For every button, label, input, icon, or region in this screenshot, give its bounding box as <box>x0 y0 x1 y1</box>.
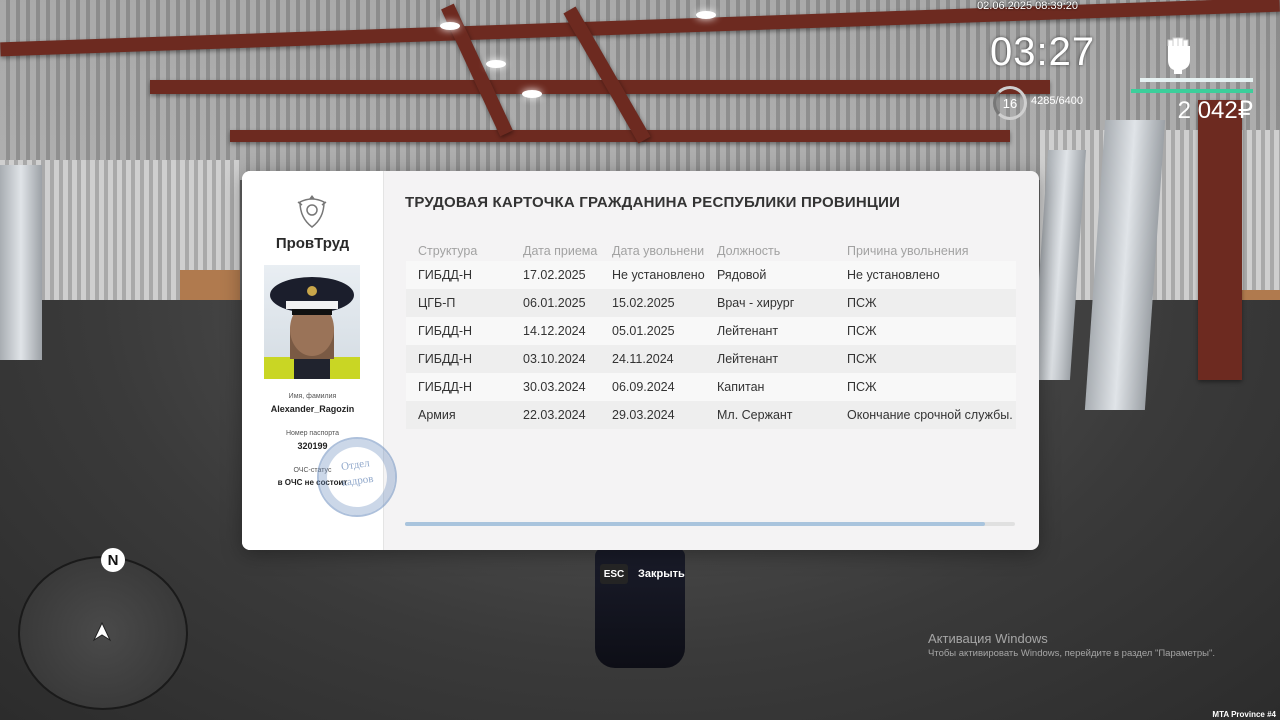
north-indicator: N <box>101 548 125 572</box>
card-title: ТРУДОВАЯ КАРТОЧКА ГРАЖДАНИНА РЕСПУБЛИКИ … <box>405 194 901 211</box>
ceiling-lamp <box>522 90 542 98</box>
passport-label: Номер паспорта <box>285 430 340 437</box>
cell-position: Капитан <box>705 373 835 401</box>
cell-reason: ПСЖ <box>835 373 1016 401</box>
coat-of-arms-icon <box>297 195 327 228</box>
ministry-brand: ПровТруд <box>275 235 350 252</box>
name-label: Имя, фамилия <box>288 393 337 400</box>
ceiling-lamp <box>696 11 716 19</box>
table-row: ЦГБ-П 06.01.2025 15.02.2025 Врач - хирур… <box>406 289 1016 317</box>
table-row: ГИБДД-Н 17.02.2025 Не установлено Рядово… <box>406 261 1016 289</box>
table-row: ГИБДД-Н 03.10.2024 24.11.2024 Лейтенант … <box>406 345 1016 373</box>
cell-position: Рядовой <box>705 261 835 289</box>
cell-reason: ПСЖ <box>835 289 1016 317</box>
cell-reason: ПСЖ <box>835 345 1016 373</box>
employment-card-window: ПровТруд Имя, фамилия Alexander_Ragozin … <box>242 171 1039 550</box>
cell-structure: ГИБДД-Н <box>406 373 511 401</box>
column-header: Структура <box>418 244 478 258</box>
cell-reason: Не установлено <box>835 261 1016 289</box>
cell-dismissal-date: Не установлено <box>600 261 705 289</box>
cell-hire-date: 22.03.2024 <box>511 401 600 429</box>
roof-beam <box>150 80 1050 94</box>
windows-activation-title: Активация Windows <box>928 631 1048 646</box>
cell-hire-date: 17.02.2025 <box>511 261 600 289</box>
table-row: ГИБДД-Н 30.03.2024 06.09.2024 Капитан ПС… <box>406 373 1016 401</box>
cell-hire-date: 30.03.2024 <box>511 373 600 401</box>
cell-structure: ГИБДД-Н <box>406 317 511 345</box>
hud-level-ring: 16 <box>993 86 1027 120</box>
cell-hire-date: 14.12.2024 <box>511 317 600 345</box>
cell-hire-date: 03.10.2024 <box>511 345 600 373</box>
citizen-photo <box>264 265 360 379</box>
cell-reason: Окончание срочной службы. <box>835 401 1016 429</box>
cell-dismissal-date: 24.11.2024 <box>600 345 705 373</box>
cell-position: Мл. Сержант <box>705 401 835 429</box>
player-arrow-icon <box>92 622 112 642</box>
table-row: ГИБДД-Н 14.12.2024 05.01.2025 Лейтенант … <box>406 317 1016 345</box>
cell-structure: ГИБДД-Н <box>406 261 511 289</box>
cell-dismissal-date: 15.02.2025 <box>600 289 705 317</box>
concrete-pillar <box>0 165 42 360</box>
column-header: Причина увольнения <box>847 244 969 258</box>
cell-position: Врач - хирург <box>705 289 835 317</box>
armor-bar <box>1131 89 1253 93</box>
support-column <box>1198 100 1242 380</box>
server-name: MTA Province #4 <box>1212 710 1276 719</box>
scrollbar-thumb[interactable] <box>405 522 985 526</box>
citizen-info-panel: ПровТруд Имя, фамилия Alexander_Ragozin … <box>242 171 403 550</box>
hud-datetime: 02.06.2025 08:39:20 <box>977 0 1078 12</box>
column-header: Должность <box>717 244 781 258</box>
column-header: Дата приема <box>523 244 598 258</box>
cell-dismissal-date: 06.09.2024 <box>600 373 705 401</box>
cell-position: Лейтенант <box>705 317 835 345</box>
cell-dismissal-date: 05.01.2025 <box>600 317 705 345</box>
table-header-row: Структура Дата приема Дата увольнени Дол… <box>406 241 1016 261</box>
cell-structure: Армия <box>406 401 511 429</box>
cell-dismissal-date: 29.03.2024 <box>600 401 705 429</box>
citizen-name: Alexander_Ragozin <box>270 404 355 414</box>
horizontal-scrollbar[interactable] <box>405 522 1015 526</box>
hud-experience: 4285/6400 <box>1031 95 1083 107</box>
hud-level-value: 16 <box>1002 95 1018 111</box>
ceiling-lamp <box>486 60 506 68</box>
cell-structure: ЦГБ-П <box>406 289 511 317</box>
windows-activation-subtitle: Чтобы активировать Windows, перейдите в … <box>928 648 1215 659</box>
hud-clock: 03:27 <box>990 30 1096 74</box>
close-button[interactable]: Закрыть <box>638 568 685 580</box>
cell-position: Лейтенант <box>705 345 835 373</box>
employment-history-table: Структура Дата приема Дата увольнени Дол… <box>406 241 1016 429</box>
cell-hire-date: 06.01.2025 <box>511 289 600 317</box>
roof-beam <box>230 130 1010 142</box>
hud-money: 2 042₽ <box>1177 97 1253 124</box>
ceiling-lamp <box>440 22 460 30</box>
column-header: Дата увольнени <box>612 244 705 258</box>
cell-reason: ПСЖ <box>835 317 1016 345</box>
esc-key-badge[interactable]: ESC <box>600 564 628 584</box>
cell-structure: ГИБДД-Н <box>406 345 511 373</box>
health-bar <box>1140 78 1253 82</box>
fist-icon <box>1167 37 1190 74</box>
table-row: Армия 22.03.2024 29.03.2024 Мл. Сержант … <box>406 401 1016 429</box>
